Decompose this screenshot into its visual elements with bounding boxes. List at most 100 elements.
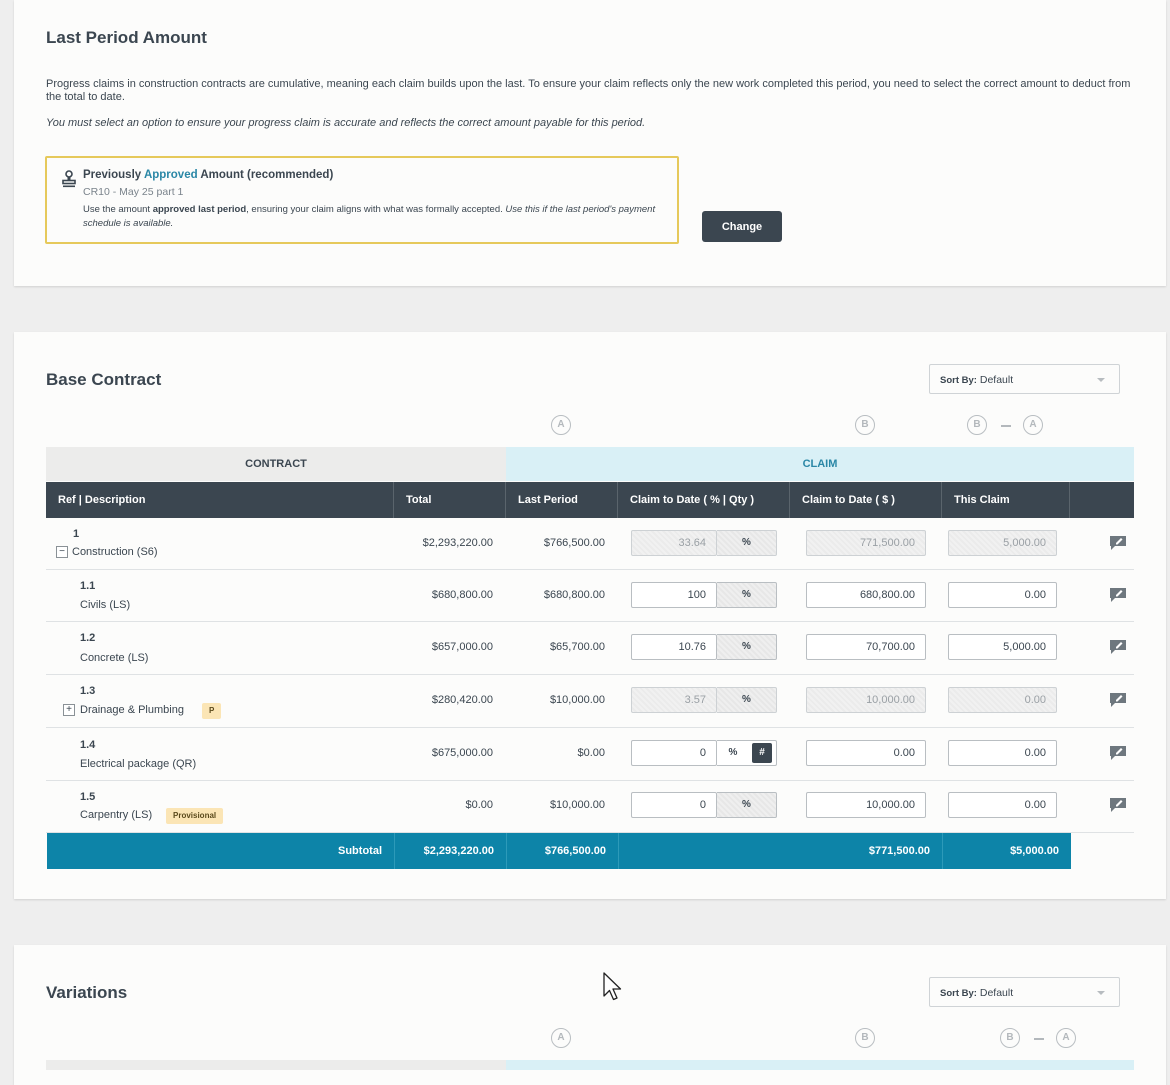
row-last-period: $10,000.00	[549, 799, 605, 811]
claim-percent-input[interactable]: 100	[631, 582, 717, 608]
row-last-period: $65,700.00	[549, 641, 605, 653]
marker-b-icon: B	[1000, 1028, 1020, 1048]
row-ref: 1	[73, 528, 80, 540]
comment-icon[interactable]	[1109, 639, 1127, 655]
row-last-period: $0.00	[577, 747, 605, 759]
subtotal-total: $2,293,220.00	[395, 833, 507, 869]
marker-b-icon: B	[855, 415, 875, 435]
row-ref: 1.2	[80, 632, 96, 644]
comment-icon[interactable]	[1109, 587, 1127, 603]
row-description: Drainage & Plumbing	[80, 704, 184, 716]
claim-amount-input[interactable]: 10,000.00	[806, 792, 926, 818]
row-ref: 1.5	[80, 791, 96, 803]
subtotal-this-claim: $5,000.00	[1010, 845, 1059, 857]
table-row: 1 − Construction (S6) $2,293,220.00 $766…	[46, 518, 1134, 570]
subtotal-row: Subtotal $2,293,220.00 $766,500.00 $771,…	[47, 833, 1071, 869]
contract-band	[46, 1060, 506, 1070]
minus-icon	[1001, 425, 1011, 427]
column-claim-to-date-pct[interactable]: Claim to Date ( % | Qty )	[618, 482, 790, 518]
this-claim-input[interactable]: 0.00	[948, 740, 1057, 766]
claim-amount-input[interactable]: 70,700.00	[806, 634, 926, 660]
provisional-badge: Provisional	[166, 808, 224, 824]
contract-band: CONTRACT	[46, 447, 506, 481]
column-total[interactable]: Total	[394, 482, 506, 518]
minus-icon	[1034, 1038, 1044, 1040]
stamp-icon	[62, 170, 76, 188]
comment-icon[interactable]	[1109, 692, 1127, 708]
base-contract-card: Base Contract Sort By: Default A B B A C…	[14, 332, 1166, 899]
row-total: $2,293,220.00	[422, 537, 493, 549]
this-claim-input: 0.00	[948, 687, 1057, 713]
change-button[interactable]: Change	[702, 211, 782, 242]
row-total: $657,000.00	[431, 641, 493, 653]
previously-approved-option[interactable]: Previously Approved Amount (recommended)…	[45, 156, 679, 244]
this-claim-input[interactable]: 0.00	[948, 792, 1057, 818]
marker-a-icon: A	[551, 415, 571, 435]
expand-icon[interactable]: +	[63, 704, 75, 716]
column-actions	[1070, 482, 1134, 518]
marker-b-icon: B	[855, 1028, 875, 1048]
row-ref: 1.4	[80, 739, 96, 751]
row-description: Electrical package (QR)	[80, 758, 197, 770]
subtotal-last-period: $766,500.00	[507, 833, 619, 869]
row-last-period: $10,000.00	[549, 694, 605, 706]
comment-icon[interactable]	[1109, 797, 1127, 813]
sort-by-select[interactable]: Sort By: Default	[929, 977, 1120, 1007]
claim-percent-input[interactable]: 10.76	[631, 634, 717, 660]
row-description: Construction (S6)	[72, 546, 158, 558]
row-last-period: $766,500.00	[543, 537, 605, 549]
table-row: 1.2 Concrete (LS) $657,000.00 $65,700.00…	[46, 622, 1134, 675]
unit-toggle: %	[717, 687, 777, 713]
column-last-period[interactable]: Last Period	[506, 482, 618, 518]
claim-amount-input[interactable]: 680,800.00	[806, 582, 926, 608]
claim-amount-input[interactable]: 0.00	[806, 740, 926, 766]
claim-amount-input: 10,000.00	[806, 687, 926, 713]
marker-a-icon: A	[551, 1028, 571, 1048]
claim-percent-input: 3.57	[631, 687, 717, 713]
option-title: Previously Approved Amount (recommended)	[83, 169, 334, 181]
column-this-claim[interactable]: This Claim	[942, 482, 1070, 518]
marker-a-icon: A	[1023, 415, 1043, 435]
chevron-down-icon	[1097, 991, 1105, 995]
table-row: 1.5 Carpentry (LS) Provisional $0.00 $10…	[46, 781, 1134, 833]
claim-percent-input[interactable]: 0	[631, 740, 717, 766]
unit-toggle[interactable]: %	[717, 582, 777, 608]
row-total: $680,800.00	[431, 589, 493, 601]
sort-by-select[interactable]: Sort By: Default	[929, 364, 1120, 394]
chevron-down-icon	[1097, 378, 1105, 382]
variations-title: Variations	[46, 983, 128, 1002]
claim-percent-input[interactable]: 0	[631, 792, 717, 818]
collapse-icon[interactable]: −	[56, 546, 68, 558]
row-total: $280,420.00	[431, 694, 493, 706]
claim-amount-input: 771,500.00	[806, 530, 926, 556]
qty-hash-button[interactable]: #	[752, 743, 772, 763]
table-row: 1.4 Electrical package (QR) $675,000.00 …	[46, 728, 1134, 781]
sort-by-text: Sort By: Default	[940, 987, 1014, 999]
variations-card: Variations Sort By: Default A B B A	[14, 945, 1166, 1085]
marker-b-icon: B	[967, 415, 987, 435]
base-contract-title: Base Contract	[46, 370, 162, 389]
row-description: Carpentry (LS)	[80, 809, 153, 821]
comment-icon[interactable]	[1109, 535, 1127, 551]
option-description: Use the amount approved last period, ens…	[83, 204, 656, 229]
unit-toggle[interactable]: %	[717, 792, 777, 818]
column-ref-description[interactable]: Ref | Description	[46, 482, 394, 518]
option-subtitle: CR10 - May 25 part 1	[83, 186, 184, 198]
table-row: 1.1 Civils (LS) $680,800.00 $680,800.00 …	[46, 570, 1134, 622]
sort-by-text: Sort By: Default	[940, 374, 1014, 386]
this-claim-input: 5,000.00	[948, 530, 1057, 556]
unit-toggle: %	[717, 530, 777, 556]
percent-unit-toggle[interactable]: %	[717, 740, 749, 766]
row-ref: 1.1	[80, 580, 96, 592]
this-claim-input[interactable]: 5,000.00	[948, 634, 1057, 660]
row-total: $675,000.00	[431, 747, 493, 759]
comment-icon[interactable]	[1109, 745, 1127, 761]
unit-toggle[interactable]: %	[717, 634, 777, 660]
last-period-amount-card: Last Period Amount Progress claims in co…	[14, 0, 1166, 286]
column-claim-to-date-amount[interactable]: Claim to Date ( $ )	[790, 482, 942, 518]
this-claim-input[interactable]: 0.00	[948, 582, 1057, 608]
row-total: $0.00	[465, 799, 493, 811]
claim-band	[506, 1060, 1134, 1070]
row-description: Civils (LS)	[80, 599, 131, 611]
table-row: 1.3 + Drainage & Plumbing P $280,420.00 …	[46, 675, 1134, 728]
